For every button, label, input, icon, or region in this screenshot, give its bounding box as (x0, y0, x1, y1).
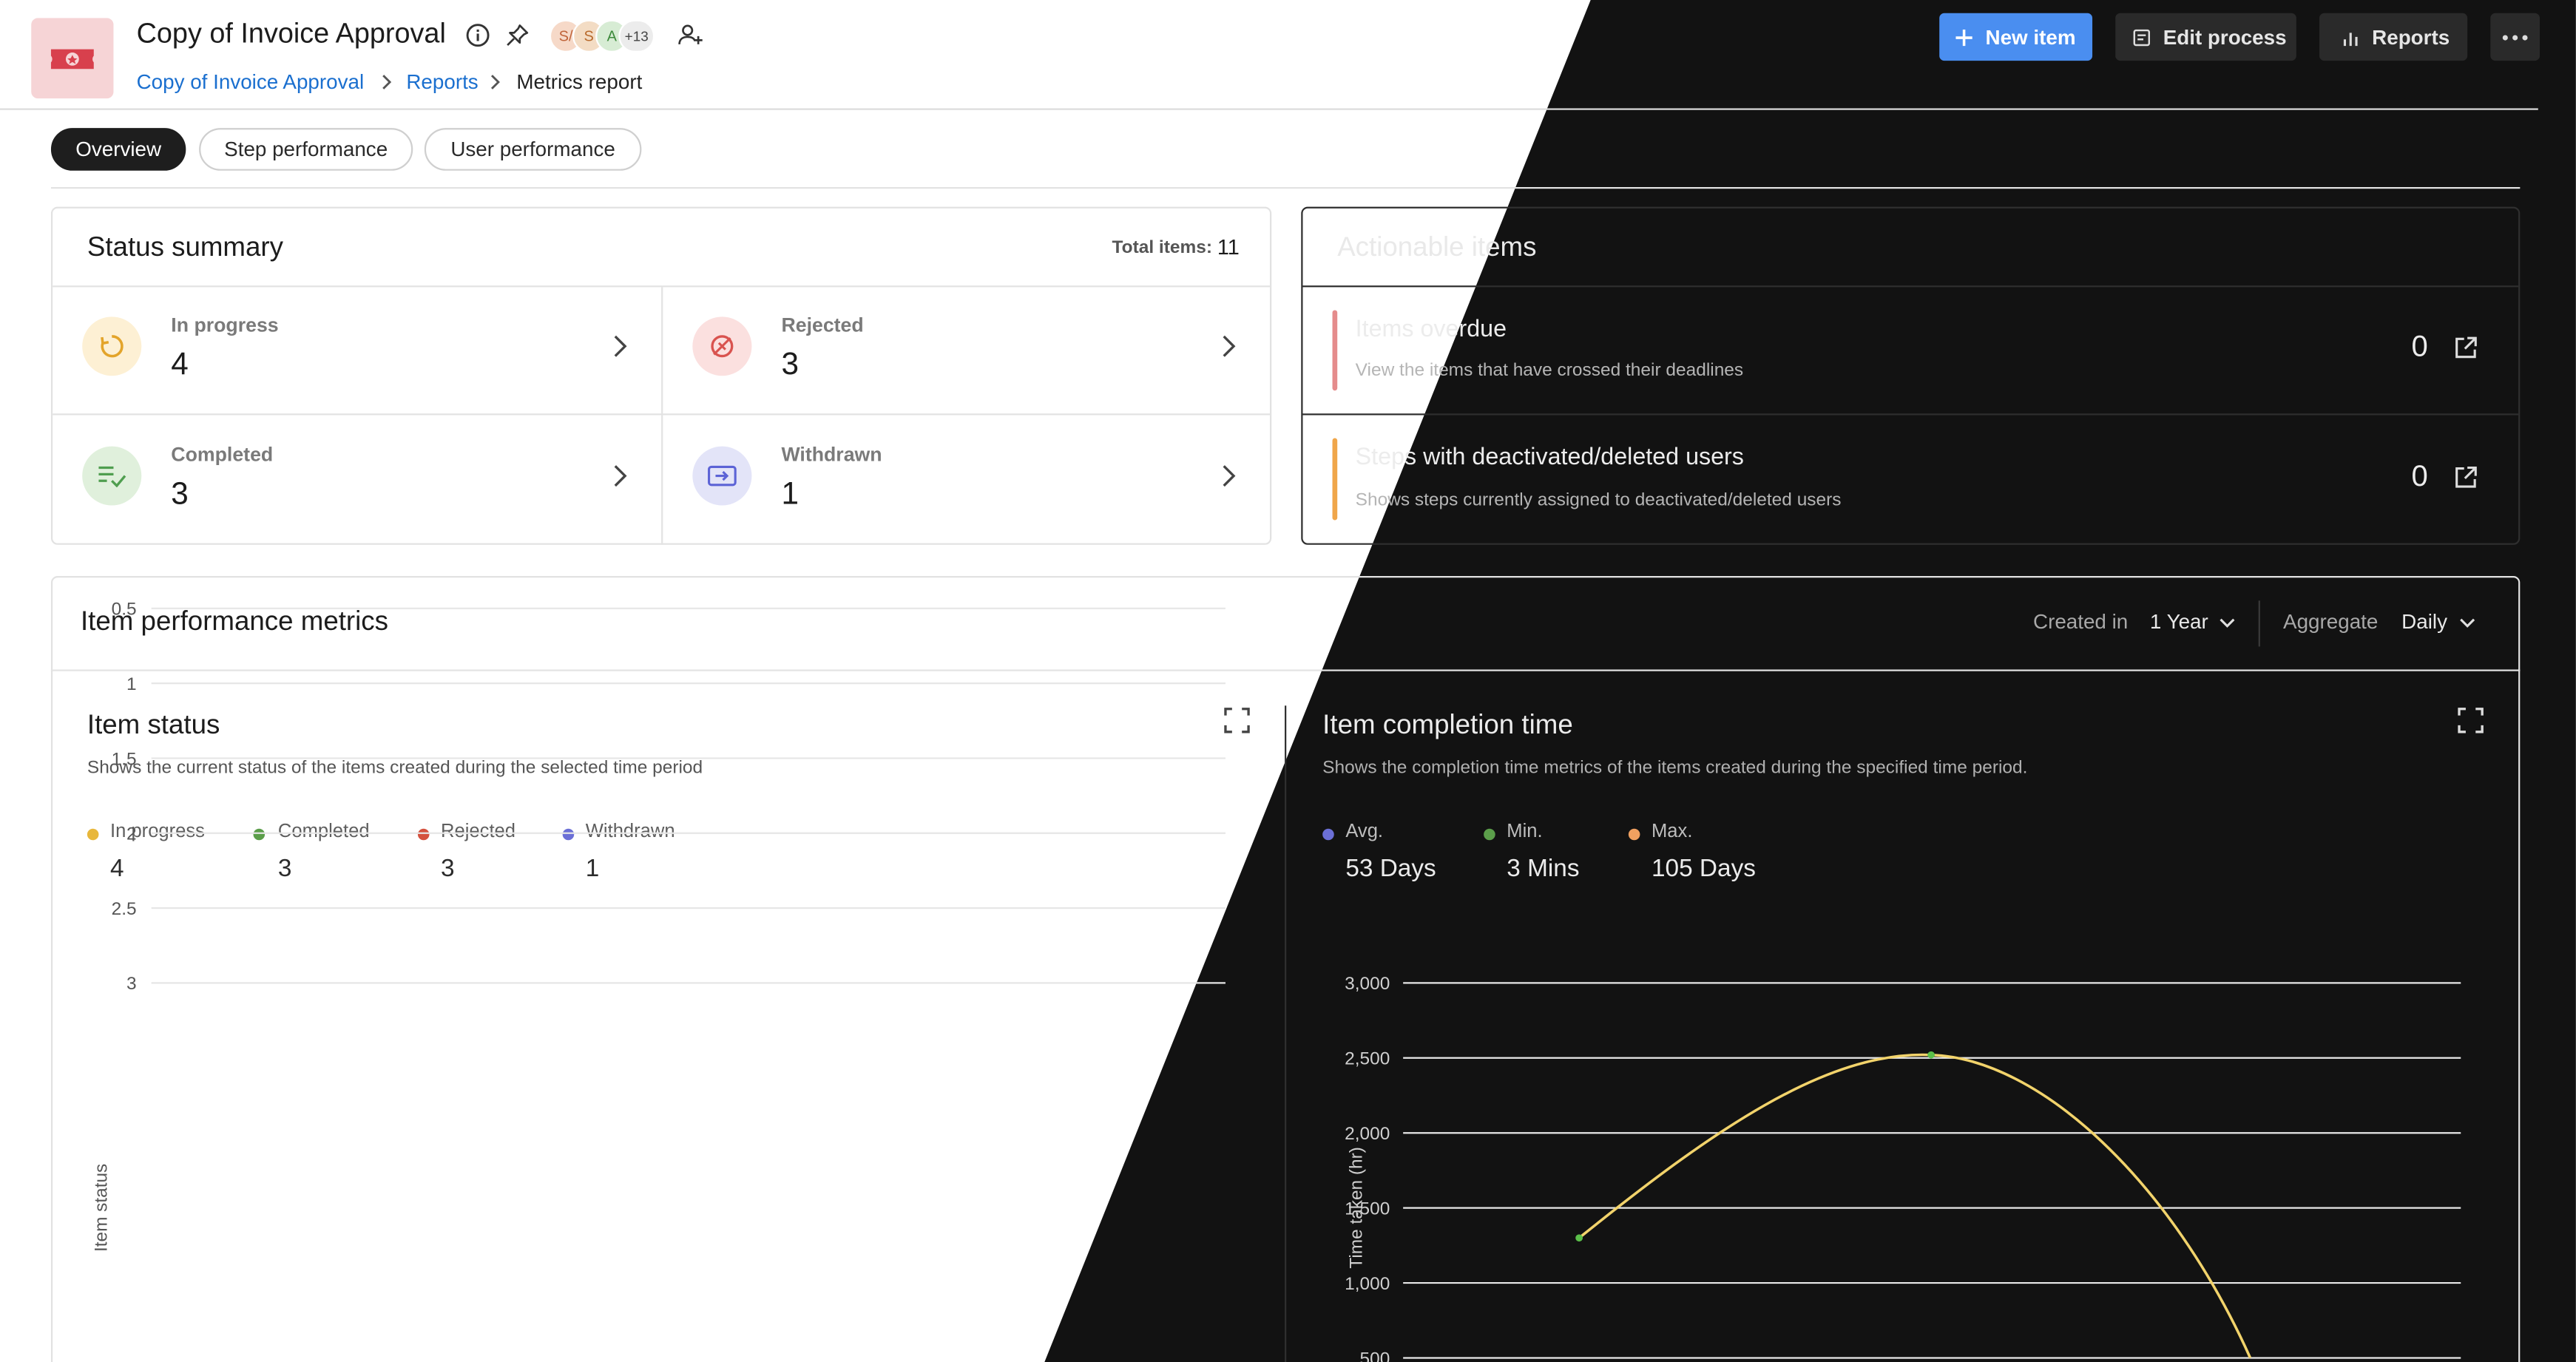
data-point (1575, 1234, 1583, 1242)
y-tick-label: 500 (1360, 1349, 1390, 1362)
y-tick-label: 2,500 (1345, 1049, 1390, 1069)
data-point (1927, 1051, 1935, 1059)
y-axis-label: Time taken (hr) (1347, 1147, 1367, 1268)
y-tick-label: 1,000 (1345, 1274, 1390, 1294)
app-canvas: Copy of Invoice Approval S/ S A +13 Copy… (0, 0, 2576, 1362)
y-tick-label: 2,000 (1345, 1124, 1390, 1144)
y-tick-label: 3,000 (1345, 974, 1390, 994)
completion-time-chart: 3,0002,5002,0001,5001,000500Time taken (… (1345, 974, 2461, 1362)
line-series (1578, 1053, 2252, 1359)
page-layer: Copy of Invoice Approval S/ S A +13 Copy… (0, 0, 2576, 1362)
